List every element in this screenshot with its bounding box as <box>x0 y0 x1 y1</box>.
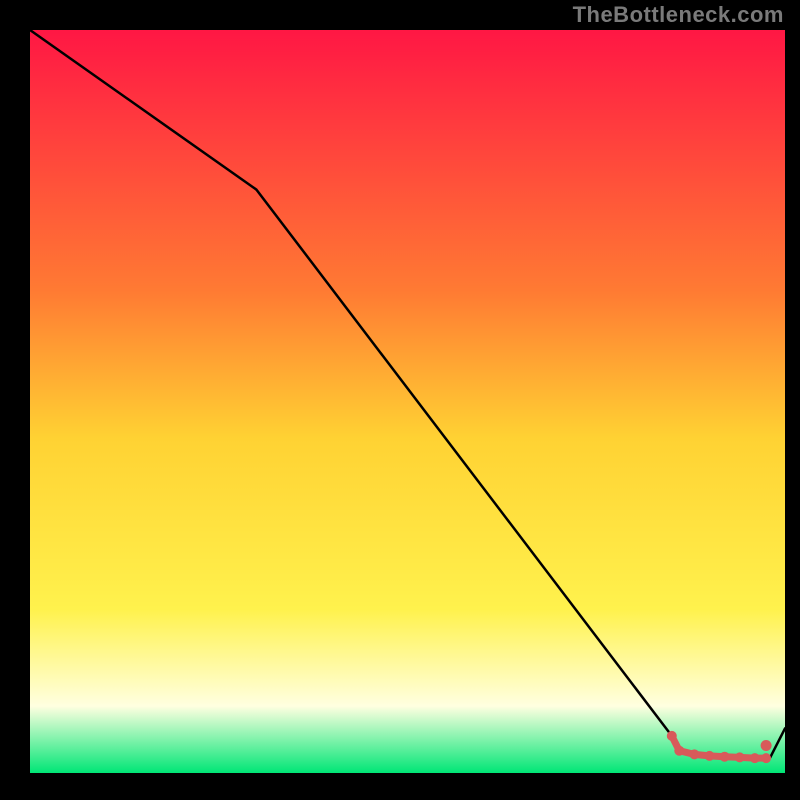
marker-dot <box>674 746 684 756</box>
chart-stage: TheBottleneck.com <box>0 0 800 800</box>
marker-dot <box>705 751 715 761</box>
chart-canvas <box>0 0 800 800</box>
marker-dot <box>720 752 730 762</box>
marker-dot <box>750 753 760 763</box>
marker-dot <box>761 753 771 763</box>
marker-dot <box>667 731 677 741</box>
watermark-text: TheBottleneck.com <box>573 2 784 28</box>
marker-dot <box>689 749 699 759</box>
marker-dot <box>735 752 745 762</box>
marker-dot-end <box>761 740 772 751</box>
plot-area <box>30 30 785 773</box>
